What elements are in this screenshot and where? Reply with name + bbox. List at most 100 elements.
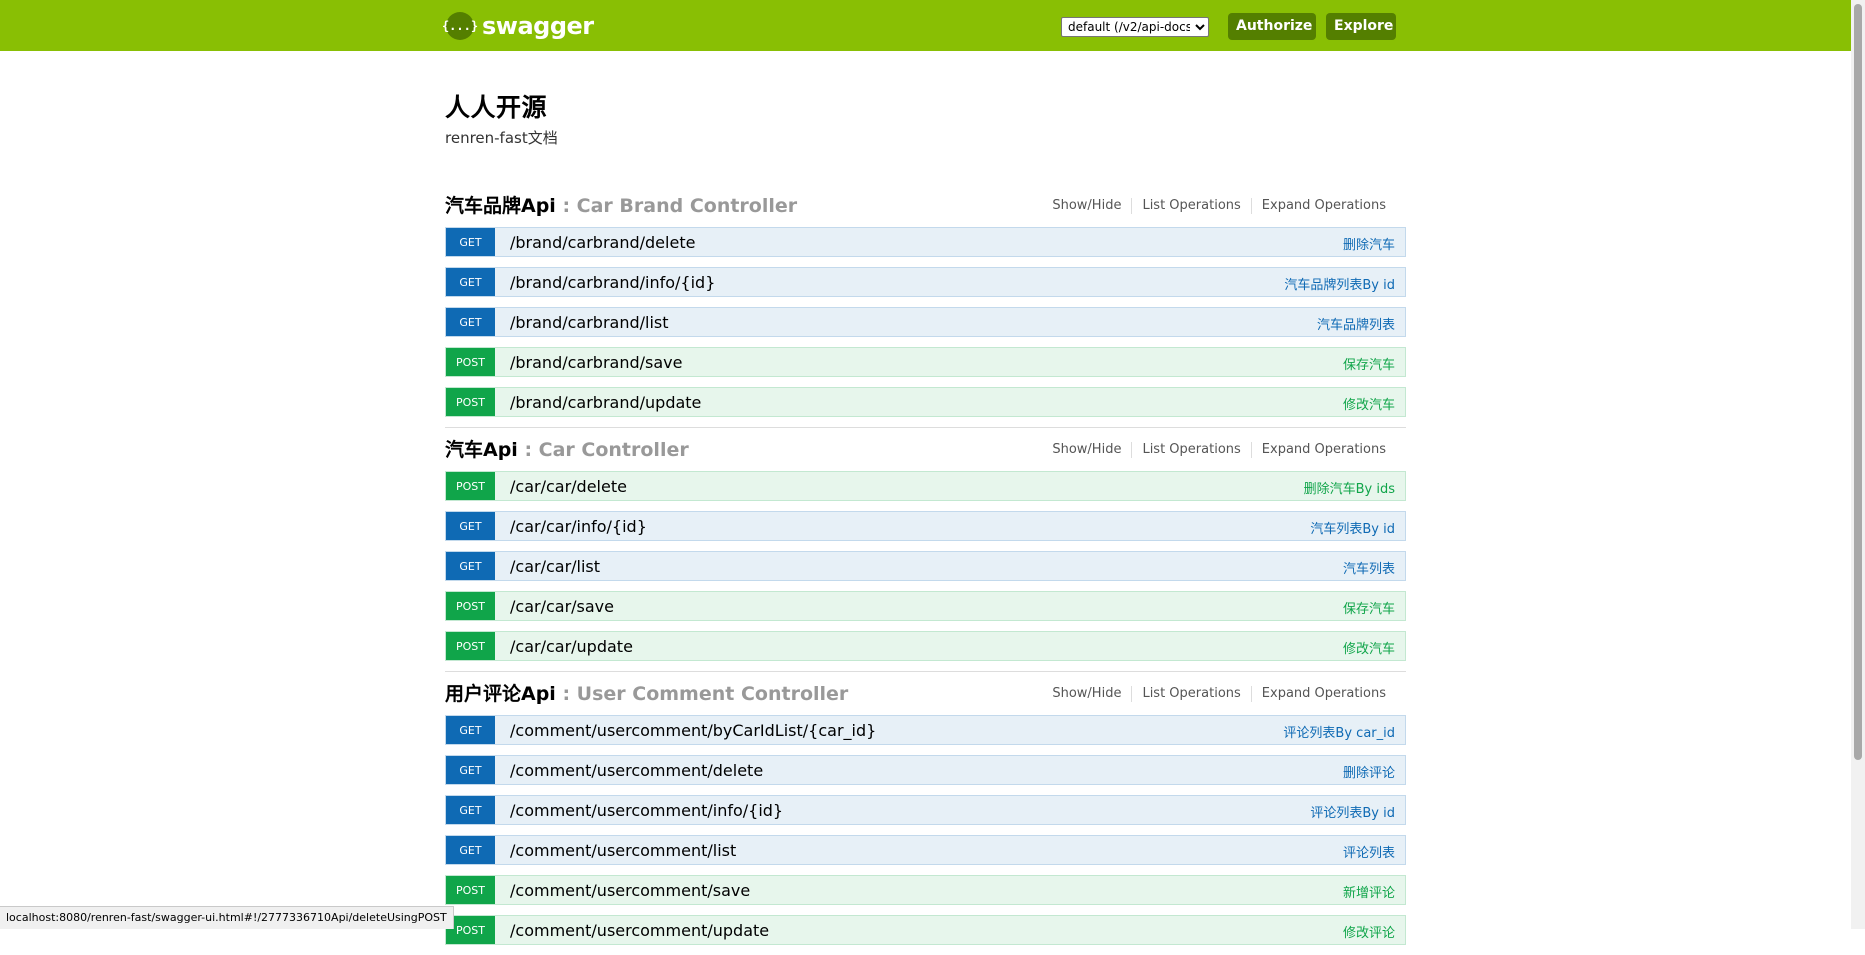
resource-title[interactable]: 汽车品牌Api : Car Brand Controller [445, 191, 797, 218]
list-operations-link[interactable]: List Operations [1131, 198, 1250, 214]
scrollbar-thumb[interactable] [1854, 4, 1862, 760]
operation-path[interactable]: /comment/usercomment/list [510, 841, 736, 860]
operation-path[interactable]: /comment/usercomment/info/{id} [510, 801, 783, 820]
explore-button[interactable]: Explore [1326, 13, 1396, 40]
operation-summary[interactable]: 修改评论 [1343, 922, 1395, 941]
operation-row[interactable]: GET /car/car/info/{id} 汽车列表By id [445, 511, 1406, 541]
resource-controller: Car Brand Controller [576, 195, 798, 217]
operation-row[interactable]: POST /comment/usercomment/save 新增评论 [445, 875, 1406, 905]
expand-operations-link[interactable]: Expand Operations [1250, 686, 1396, 702]
swagger-logo[interactable]: {...} swagger [442, 12, 594, 40]
operation-path[interactable]: /brand/carbrand/save [510, 353, 682, 372]
operation-path[interactable]: /car/car/save [510, 597, 614, 616]
operation-row[interactable]: GET /comment/usercomment/byCarIdList/{ca… [445, 715, 1406, 745]
expand-operations-link[interactable]: Expand Operations [1250, 442, 1396, 458]
operation-path[interactable]: /brand/carbrand/list [510, 313, 669, 332]
resource-title[interactable]: 用户评论Api : User Comment Controller [445, 679, 848, 706]
operation-path[interactable]: /brand/carbrand/delete [510, 233, 695, 252]
operation-summary[interactable]: 修改汽车 [1343, 394, 1395, 413]
method-badge[interactable]: GET [446, 308, 495, 336]
show-hide-link[interactable]: Show/Hide [1042, 686, 1131, 702]
operation-path[interactable]: /brand/carbrand/info/{id} [510, 273, 715, 292]
resource-separator: : [555, 195, 577, 217]
method-badge[interactable]: GET [446, 796, 495, 824]
resource-heading: 汽车品牌Api : Car Brand Controller Show/Hide… [445, 187, 1406, 227]
operation-summary[interactable]: 评论列表By car_id [1283, 722, 1395, 741]
operation-row[interactable]: GET /brand/carbrand/info/{id} 汽车品牌列表By i… [445, 267, 1406, 297]
method-badge[interactable]: GET [446, 228, 495, 256]
operation-row[interactable]: POST /brand/carbrand/update 修改汽车 [445, 387, 1406, 417]
resource-separator: : [517, 439, 539, 461]
method-badge[interactable]: GET [446, 756, 495, 784]
operations-list: GET /comment/usercomment/byCarIdList/{ca… [445, 715, 1406, 945]
operation-path[interactable]: /brand/carbrand/update [510, 393, 701, 412]
resource-title[interactable]: 汽车Api : Car Controller [445, 435, 689, 462]
operation-row[interactable]: GET /comment/usercomment/info/{id} 评论列表B… [445, 795, 1406, 825]
operation-summary[interactable]: 保存汽车 [1343, 354, 1395, 373]
operation-row[interactable]: POST /car/car/update 修改汽车 [445, 631, 1406, 661]
operation-row[interactable]: POST /brand/carbrand/save 保存汽车 [445, 347, 1406, 377]
operation-summary[interactable]: 汽车列表By id [1310, 518, 1395, 537]
api-spec-select[interactable]: default (/v2/api-docs) [1061, 17, 1209, 37]
expand-operations-link[interactable]: Expand Operations [1250, 198, 1396, 214]
operation-path[interactable]: /comment/usercomment/delete [510, 761, 763, 780]
operation-summary[interactable]: 删除评论 [1343, 762, 1395, 781]
method-badge[interactable]: GET [446, 268, 495, 296]
operation-summary[interactable]: 修改汽车 [1343, 638, 1395, 657]
operation-summary[interactable]: 汽车品牌列表 [1317, 314, 1395, 333]
operation-summary[interactable]: 删除汽车 [1343, 234, 1395, 253]
method-badge[interactable]: POST [446, 472, 495, 500]
operation-summary[interactable]: 评论列表 [1343, 842, 1395, 861]
method-badge[interactable]: GET [446, 512, 495, 540]
operation-path[interactable]: /car/car/update [510, 637, 633, 656]
operation-row[interactable]: POST /car/car/save 保存汽车 [445, 591, 1406, 621]
resource-car-brand: 汽车品牌Api : Car Brand Controller Show/Hide… [445, 187, 1406, 428]
operation-path[interactable]: /comment/usercomment/save [510, 881, 750, 900]
resource-car: 汽车Api : Car Controller Show/Hide List Op… [445, 431, 1406, 672]
show-hide-link[interactable]: Show/Hide [1042, 442, 1131, 458]
operation-summary[interactable]: 删除汽车By ids [1304, 478, 1395, 497]
method-badge[interactable]: POST [446, 592, 495, 620]
method-badge[interactable]: POST [446, 632, 495, 660]
list-operations-link[interactable]: List Operations [1131, 442, 1250, 458]
resource-name: 汽车Api [445, 439, 518, 461]
list-operations-link[interactable]: List Operations [1131, 686, 1250, 702]
operation-path[interactable]: /comment/usercomment/byCarIdList/{car_id… [510, 721, 876, 740]
operation-summary[interactable]: 评论列表By id [1310, 802, 1395, 821]
operation-path[interactable]: /car/car/list [510, 557, 600, 576]
logo-text: swagger [482, 12, 594, 40]
operation-path[interactable]: /car/car/info/{id} [510, 517, 647, 536]
operation-summary[interactable]: 汽车列表 [1343, 558, 1395, 577]
resource-divider [445, 427, 1406, 428]
browser-status-bar: localhost:8080/renren-fast/swagger-ui.ht… [0, 906, 454, 929]
resource-controller: User Comment Controller [576, 683, 849, 705]
method-badge[interactable]: POST [446, 348, 495, 376]
operations-list: GET /brand/carbrand/delete 删除汽车 GET /bra… [445, 227, 1406, 417]
operation-row[interactable]: POST /car/car/delete 删除汽车By ids [445, 471, 1406, 501]
vertical-scrollbar[interactable] [1851, 0, 1865, 929]
operation-row[interactable]: GET /comment/usercomment/delete 删除评论 [445, 755, 1406, 785]
swagger-icon: {...} [442, 12, 478, 40]
authorize-button[interactable]: Authorize [1228, 13, 1316, 40]
operation-summary[interactable]: 新增评论 [1343, 882, 1395, 901]
resource-user-comment: 用户评论Api : User Comment Controller Show/H… [445, 675, 1406, 955]
operation-row[interactable]: GET /car/car/list 汽车列表 [445, 551, 1406, 581]
resource-controller: Car Controller [538, 439, 689, 461]
resource-name: 用户评论Api [445, 683, 556, 705]
operation-row[interactable]: GET /brand/carbrand/list 汽车品牌列表 [445, 307, 1406, 337]
method-badge[interactable]: GET [446, 836, 495, 864]
resource-name: 汽车品牌Api [445, 195, 556, 217]
method-badge[interactable]: POST [446, 388, 495, 416]
operation-row[interactable]: POST /comment/usercomment/update 修改评论 [445, 915, 1406, 945]
resource-heading: 用户评论Api : User Comment Controller Show/H… [445, 675, 1406, 715]
show-hide-link[interactable]: Show/Hide [1042, 198, 1131, 214]
method-badge[interactable]: GET [446, 552, 495, 580]
operation-row[interactable]: GET /brand/carbrand/delete 删除汽车 [445, 227, 1406, 257]
operation-path[interactable]: /car/car/delete [510, 477, 627, 496]
operation-summary[interactable]: 汽车品牌列表By id [1284, 274, 1395, 293]
operation-path[interactable]: /comment/usercomment/update [510, 921, 769, 940]
method-badge[interactable]: POST [446, 876, 495, 904]
operation-row[interactable]: GET /comment/usercomment/list 评论列表 [445, 835, 1406, 865]
method-badge[interactable]: GET [446, 716, 495, 744]
operation-summary[interactable]: 保存汽车 [1343, 598, 1395, 617]
